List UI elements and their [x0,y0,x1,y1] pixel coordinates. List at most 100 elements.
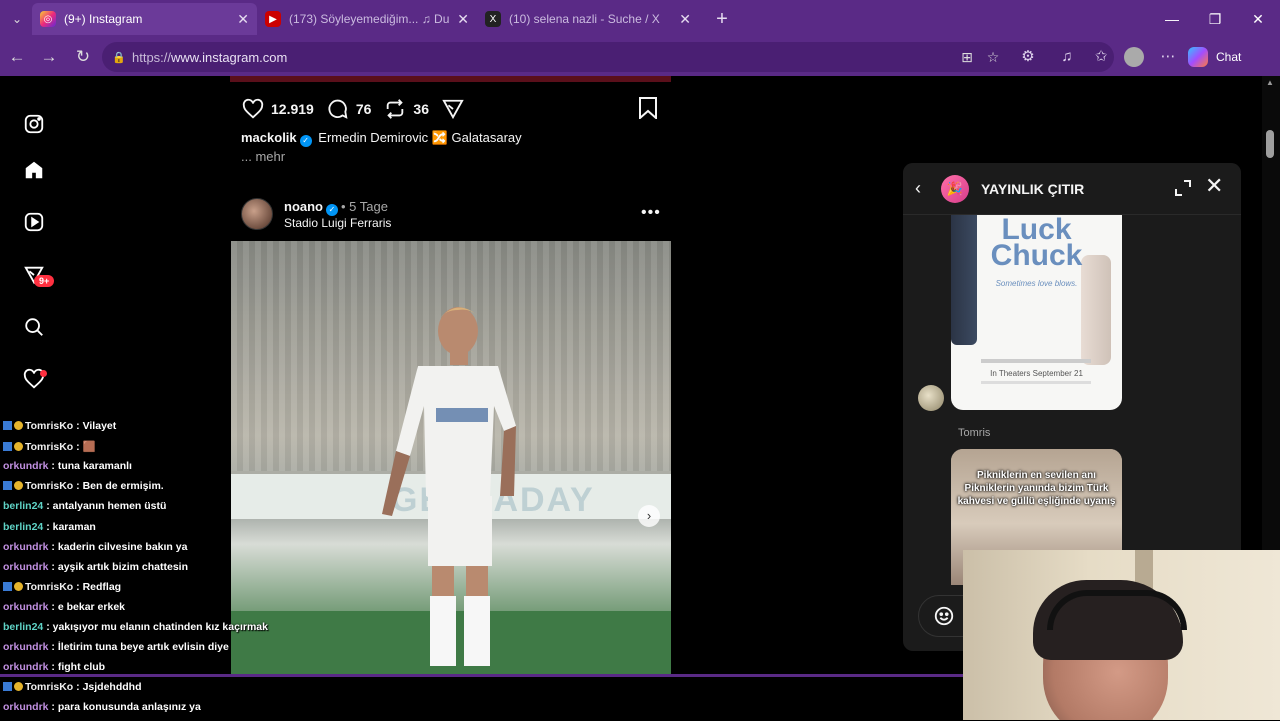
webcam-overlay [963,550,1280,720]
chat-separator: : [43,621,53,633]
chat-username: orkundrk [3,661,49,674]
close-icon[interactable]: ✕ [679,11,691,28]
home-icon[interactable] [21,157,47,183]
likes-count[interactable]: 12.919 [271,101,314,117]
username[interactable]: noano [284,199,323,214]
dm-scrollbar[interactable] [1229,275,1237,586]
back-button[interactable]: ← [0,40,34,74]
verified-icon: ✓ [326,204,338,216]
scroll-up-icon[interactable]: ▲ [1266,78,1274,87]
post-location[interactable]: Stadio Luigi Ferraris [284,216,391,230]
share-icon[interactable] [441,97,465,121]
chat-message: orkundrk : kaderin cilvesine bakın ya [3,541,187,561]
chat-separator: : [73,441,83,454]
forward-button[interactable]: → [32,40,66,74]
chat-separator: : [73,480,83,493]
poster-fineprint [981,381,1091,384]
close-icon[interactable]: ✕ [237,11,249,28]
copilot-chat-button[interactable]: Chat [1188,44,1241,70]
app-available-icon[interactable]: ⊞ [959,49,975,65]
subscriber-badge-icon [14,481,23,491]
chat-text: Jsjdehddhd [82,681,142,694]
tab-instagram[interactable]: ◎ (9+) Instagram ✕ [32,3,257,35]
next-image-button[interactable]: › [638,505,660,527]
profile-avatar[interactable] [1124,47,1144,67]
scrollbar-thumb[interactable] [1266,130,1274,158]
chat-separator: : [43,500,53,513]
chat-username: TomrisKo [25,580,74,593]
dm-title[interactable]: YAYINLIK ÇITIR [981,181,1084,197]
chat-message: berlin24 : yakışıyor mu elanın chatinden… [3,621,268,641]
more-menu-icon[interactable]: ⋯ [1157,46,1179,68]
copilot-icon [1188,47,1208,67]
maximize-button[interactable]: ❐ [1193,0,1237,38]
extensions-icon[interactable]: ⚙ [1017,46,1039,68]
repost-icon[interactable] [383,97,407,121]
verified-icon: ✓ [299,135,312,147]
address-bar[interactable]: 🔒 https://www.instagram.com ⊞ ☆ [102,42,1114,72]
browser-chrome: ⌄ ◎ (9+) Instagram ✕ ▶ (173) Söyleyemedi… [0,0,1280,76]
expand-icon[interactable] [1173,178,1193,198]
notification-badge: 9+ [34,275,55,287]
tab-title: (10) selena nazli - Suche / X [509,12,660,26]
new-tab-button[interactable]: + [707,8,737,31]
tab-youtube[interactable]: ▶ (173) Söyleyemediğim... ♫ Duygu ✕ [257,3,477,35]
moderator-badge-icon [3,682,12,692]
chat-text: 🟫 [82,441,96,454]
close-icon[interactable]: ✕ [457,11,469,28]
tab-title: (9+) Instagram [64,12,143,26]
favorite-star-icon[interactable]: ☆ [985,49,1001,65]
minimize-button[interactable]: — [1150,0,1194,38]
comments-count[interactable]: 76 [356,101,372,117]
chat-username: TomrisKo [25,441,74,454]
tab-actions-menu[interactable]: ⌄ [2,4,32,34]
url-prefix: https:// [132,49,172,65]
comment-icon[interactable] [326,97,350,121]
chat-text: kaderin cilvesine bakın ya [57,540,188,553]
reels-icon[interactable] [21,209,47,235]
instagram-logo-icon[interactable] [21,111,47,137]
avatar[interactable]: 🎉 [941,175,969,203]
lock-icon: 🔒 [112,51,126,64]
avatar[interactable] [918,385,944,411]
subscriber-badge-icon [14,442,23,452]
shared-movie-poster[interactable]: Luck Chuck Sometimes love blows. In Thea… [951,215,1122,410]
favorites-icon[interactable]: ✩ [1090,46,1112,68]
close-icon[interactable]: ✕ [1205,175,1223,197]
like-heart-icon[interactable] [241,97,265,121]
chat-separator: : [48,641,58,654]
avatar[interactable] [241,198,273,230]
chat-username: berlin24 [3,500,44,513]
chat-message: TomrisKo : Jsjdehddhd [3,681,142,701]
window-close-button[interactable]: ✕ [1236,0,1280,38]
chat-separator: : [43,520,53,533]
poster-tagline: Sometimes love blows. [995,279,1078,288]
previous-post-image-edge [230,76,671,82]
chat-separator: : [73,420,83,432]
more-options-icon[interactable]: ••• [641,204,661,222]
chat-message: orkundrk : fight club [3,661,105,681]
headphones-icon [1047,590,1187,630]
caption-username[interactable]: mackolik [241,130,297,145]
chat-username: TomrisKo [25,681,74,694]
media-icon[interactable]: ♫ [1056,46,1078,68]
more-link[interactable]: ... mehr [241,149,285,164]
chat-username: orkundrk [3,540,49,553]
poster-credits [981,359,1091,363]
save-bookmark-icon[interactable] [638,97,660,121]
tab-x[interactable]: X (10) selena nazli - Suche / X ✕ [477,3,699,35]
chat-message: berlin24 : karaman [3,521,96,541]
reel-caption: Pikniklerin en sevilen anı Pikniklerin y… [957,470,1116,507]
chat-text: karaman [52,520,96,533]
chat-text: fight club [57,661,106,674]
emoji-icon[interactable] [933,605,955,627]
chat-text: Redflag [82,580,122,593]
chat-username: berlin24 [3,520,44,533]
post-photo[interactable]: GETUADAY [231,241,671,674]
search-icon[interactable] [21,314,47,340]
reload-button[interactable]: ↻ [66,40,100,74]
back-arrow-icon[interactable]: ‹ [915,178,921,199]
reposts-count[interactable]: 36 [413,101,429,117]
moderator-badge-icon [3,421,12,430]
post-username: noano ✓ • 5 Tage [284,199,388,216]
